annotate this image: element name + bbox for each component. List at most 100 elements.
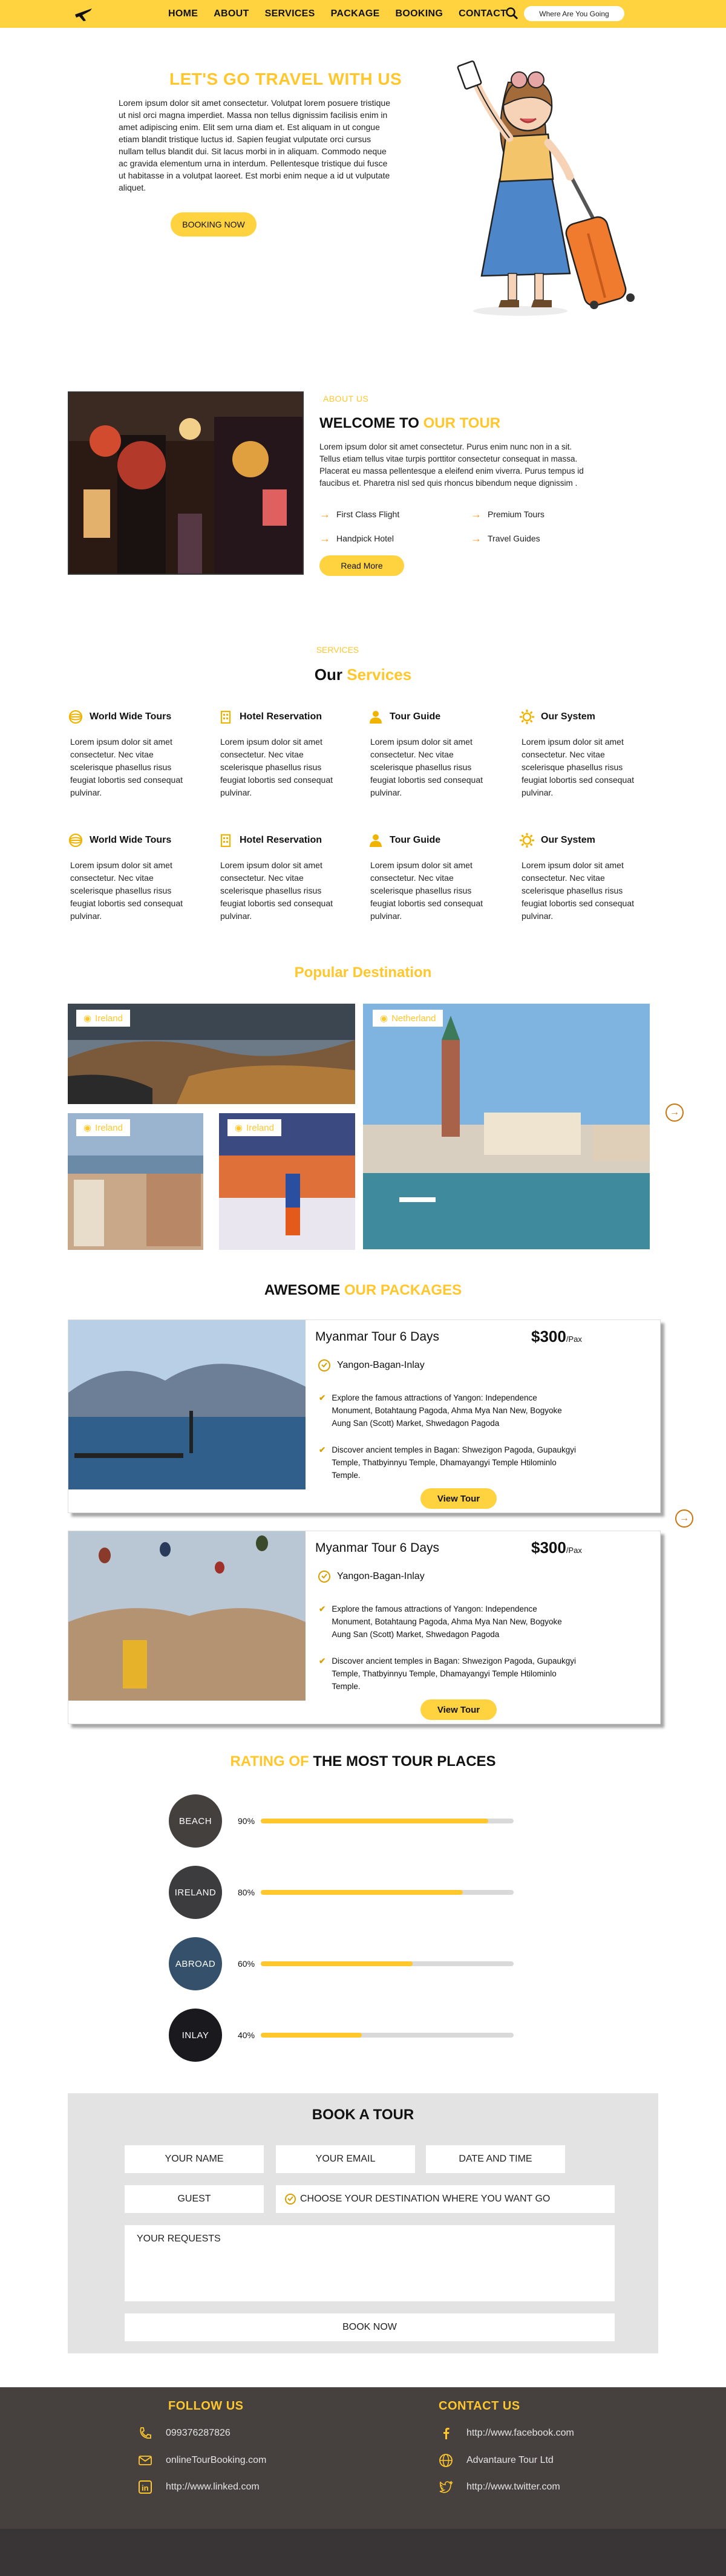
about-eyebrow: ABOUT US bbox=[323, 394, 369, 404]
feature-first-class: → First Class Flight bbox=[319, 508, 400, 520]
footer-phone[interactable]: 099376287826 bbox=[138, 2426, 231, 2440]
rating-row: INLAY 40% bbox=[169, 2009, 514, 2063]
footer-linkedin[interactable]: in http://www.linked.com bbox=[138, 2480, 260, 2494]
search-input[interactable] bbox=[524, 6, 624, 21]
linkedin-icon: in bbox=[139, 2480, 152, 2494]
view-tour-button[interactable]: View Tour bbox=[420, 1488, 497, 1509]
mail-icon bbox=[139, 2456, 152, 2465]
airplane-logo-icon[interactable] bbox=[74, 6, 93, 22]
service-heading: World Wide Tours bbox=[68, 709, 183, 725]
service-card: World Wide Tours Lorem ipsum dolor sit am… bbox=[68, 832, 183, 923]
package-card-1: Myanmar Tour 6 Days $300/Pax Yangon-Baga… bbox=[68, 1319, 661, 1513]
feature-guides: → Travel Guides bbox=[471, 533, 540, 544]
price-unit: /Pax bbox=[566, 1546, 582, 1555]
footer-twitter[interactable]: http://www.twitter.com bbox=[439, 2480, 560, 2494]
nav-booking[interactable]: BOOKING bbox=[396, 8, 443, 19]
destination-tag: ◉ Ireland bbox=[76, 1119, 130, 1136]
service-card: Tour Guide Lorem ipsum dolor sit amet con… bbox=[368, 832, 483, 923]
guest-field[interactable] bbox=[125, 2185, 264, 2213]
destination-title: Popular Destination bbox=[294, 964, 432, 981]
destination-card-3[interactable]: ◉ Ireland bbox=[68, 1113, 203, 1250]
destination-card-2[interactable]: ◉ Netherland bbox=[363, 1004, 650, 1249]
nav-contact[interactable]: CONTACT bbox=[459, 8, 506, 19]
email-field[interactable] bbox=[276, 2145, 415, 2173]
footer-bottom-bar bbox=[0, 2529, 726, 2576]
company-text: Advantaure Tour Ltd bbox=[466, 2455, 554, 2465]
twitter-icon bbox=[439, 2480, 453, 2493]
destination-card-4[interactable]: ◉ Ireland bbox=[219, 1113, 355, 1250]
feature-hotel: → Handpick Hotel bbox=[319, 533, 394, 544]
rating-progress-track bbox=[261, 1890, 514, 1895]
rating-place-image: ABROAD bbox=[169, 1937, 222, 1990]
service-title: Hotel Reservation bbox=[240, 835, 322, 845]
book-now-button[interactable]: BOOK NOW bbox=[125, 2313, 615, 2341]
service-title: World Wide Tours bbox=[90, 835, 172, 845]
package-price: $300/Pax bbox=[531, 1538, 582, 1557]
follow-us-title: FOLLOW US bbox=[168, 2399, 244, 2413]
packages-next-button[interactable]: → bbox=[675, 1509, 693, 1528]
location-pin-icon bbox=[285, 2194, 296, 2205]
rating-place-label: INLAY bbox=[182, 2030, 209, 2041]
highlight-text: Explore the famous attractions of Yangon… bbox=[332, 1393, 562, 1428]
read-more-button[interactable]: Read More bbox=[319, 555, 404, 576]
linkedin-text: http://www.linked.com bbox=[166, 2482, 260, 2492]
requests-field[interactable] bbox=[125, 2225, 615, 2301]
booking-now-button[interactable]: BOOKING NOW bbox=[171, 212, 257, 237]
rating-place-label: IRELAND bbox=[174, 1887, 217, 1898]
footer-company[interactable]: Advantaure Tour Ltd bbox=[439, 2453, 554, 2468]
person-icon bbox=[370, 834, 382, 847]
package-route: Yangon-Bagan-Inlay bbox=[318, 1570, 425, 1583]
packages-title: AWESOME OUR PACKAGES bbox=[0, 1282, 726, 1299]
person-icon bbox=[370, 711, 382, 724]
check-icon: ✔ bbox=[319, 1656, 326, 1666]
rating-row: ABROAD 60% bbox=[169, 1937, 514, 1992]
service-text: Lorem ipsum dolor sit amet consectetur. … bbox=[522, 860, 635, 921]
nav-package[interactable]: PACKAGE bbox=[331, 8, 380, 19]
search-icon[interactable] bbox=[505, 7, 518, 20]
service-card: Our System Lorem ipsum dolor sit amet con… bbox=[519, 709, 634, 799]
packages-title-b: OUR PACKAGES bbox=[344, 1282, 462, 1298]
email-text: onlineTourBooking.com bbox=[166, 2455, 267, 2465]
feature-label: First Class Flight bbox=[336, 509, 400, 519]
feature-label: Travel Guides bbox=[488, 534, 540, 543]
highlight-text: Discover ancient temples in Bagan: Shwez… bbox=[332, 1445, 577, 1480]
rating-row: BEACH 90% bbox=[169, 1794, 514, 1849]
rating-progress-fill bbox=[261, 1961, 413, 1966]
globe-icon bbox=[68, 710, 83, 724]
service-heading: Hotel Reservation bbox=[218, 709, 333, 725]
highlight-text: Discover ancient temples in Bagan: Shwez… bbox=[332, 1656, 577, 1691]
svg-text:in: in bbox=[142, 2483, 149, 2493]
rating-title-a: RATING OF bbox=[230, 1753, 313, 1770]
date-time-field[interactable] bbox=[426, 2145, 565, 2173]
top-nav: HOME ABOUT SERVICES PACKAGE BOOKING CONT… bbox=[0, 0, 726, 28]
destination-tag: ◉ Netherland bbox=[373, 1010, 443, 1027]
destination-card-1[interactable]: ◉ Ireland bbox=[68, 1004, 355, 1104]
arrow-right-icon: → bbox=[319, 508, 330, 520]
gear-icon bbox=[520, 833, 534, 848]
footer-email[interactable]: onlineTourBooking.com bbox=[138, 2453, 266, 2468]
services-title-b: Services bbox=[347, 665, 412, 684]
nav-home[interactable]: HOME bbox=[168, 8, 198, 19]
nav-about[interactable]: ABOUT bbox=[214, 8, 249, 19]
booking-form: BOOK A TOUR CHOOSE YOUR DESTINATION WHER… bbox=[68, 2093, 658, 2353]
package-title: Myanmar Tour 6 Days bbox=[315, 1330, 440, 1344]
package-highlight: ✔ Explore the famous attractions of Yango… bbox=[319, 1603, 579, 1641]
location-pin-icon bbox=[318, 1359, 330, 1371]
service-heading: Tour Guide bbox=[368, 832, 483, 848]
destination-next-button[interactable]: → bbox=[666, 1103, 684, 1122]
highlight-text: Explore the famous attractions of Yangon… bbox=[332, 1604, 562, 1639]
name-field[interactable] bbox=[125, 2145, 264, 2173]
service-card: Tour Guide Lorem ipsum dolor sit amet con… bbox=[368, 709, 483, 799]
footer-facebook[interactable]: http://www.facebook.com bbox=[439, 2426, 574, 2440]
rating-row: IRELAND 80% bbox=[169, 1866, 514, 1920]
service-card: World Wide Tours Lorem ipsum dolor sit am… bbox=[68, 709, 183, 799]
rating-place-label: BEACH bbox=[178, 1816, 212, 1826]
nav-services[interactable]: SERVICES bbox=[265, 8, 315, 19]
phone-text: 099376287826 bbox=[166, 2428, 231, 2438]
service-heading: World Wide Tours bbox=[68, 832, 183, 848]
view-tour-button[interactable]: View Tour bbox=[420, 1699, 497, 1720]
destination-select-value: CHOOSE YOUR DESTINATION WHERE YOU WANT G… bbox=[300, 2194, 551, 2204]
rating-progress-track bbox=[261, 1961, 514, 1966]
arrow-right-icon: → bbox=[670, 1107, 679, 1117]
destination-select[interactable]: CHOOSE YOUR DESTINATION WHERE YOU WANT G… bbox=[276, 2185, 615, 2213]
